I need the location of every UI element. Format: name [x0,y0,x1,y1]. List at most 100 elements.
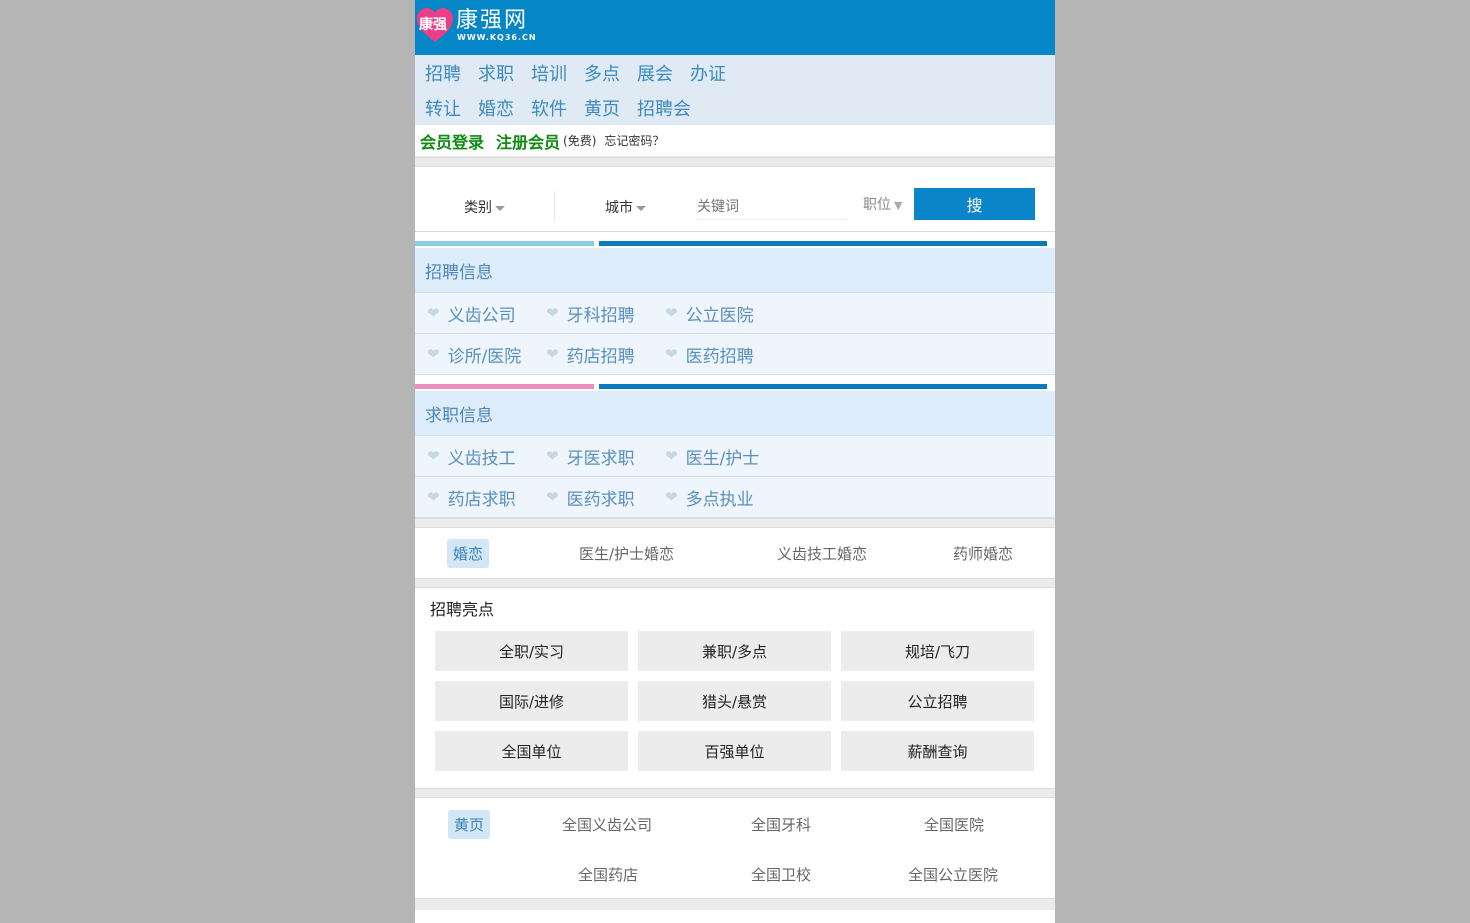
tab-doctor-nurse-marriage[interactable]: 医生/护士婚恋 [579,543,674,564]
heart-icon: ❤ [546,447,559,465]
heart-icon: ❤ [546,345,559,363]
highlight-button[interactable]: 百强单位 [638,731,831,771]
highlight-button[interactable]: 薪酬查询 [841,731,1034,771]
highlight-button[interactable]: 规培/飞刀 [841,631,1034,671]
search-bar: 类别 城市 职位▼ 搜 [415,167,1055,232]
section-gap [415,157,1055,167]
caret-down-icon [636,205,646,211]
tab-technician-marriage[interactable]: 义齿技工婚恋 [777,543,867,564]
recruit-item-label: 药店招聘 [566,346,635,367]
nav-item-training[interactable]: 培训 [531,60,567,86]
jobseek-item[interactable]: ❤ 医生/护士 [665,444,784,469]
register-link[interactable]: 注册会员 [496,129,560,153]
section-gap [415,788,1055,798]
nav-item-jobseek[interactable]: 求职 [478,60,514,86]
heart-icon: ❤ [665,447,678,465]
position-select[interactable]: 职位 ▼ [863,194,902,214]
jobseek-item[interactable]: ❤ 多点执业 [665,485,784,510]
highlight-button[interactable]: 猎头/悬赏 [638,681,831,721]
jobseek-color-bars [415,375,1055,391]
heart-icon: ❤ [427,304,440,322]
category-select[interactable]: 类别 [464,197,505,217]
nav-item-certificate[interactable]: 办证 [690,60,726,86]
jobseek-item[interactable]: ❤ 药店求职 [427,485,546,510]
recruit-item[interactable]: ❤ 医药招聘 [665,342,784,367]
link-national-health-schools[interactable]: 全国卫校 [751,864,811,885]
nav-item-software[interactable]: 软件 [531,95,567,121]
section-gap [415,578,1055,588]
highlight-button[interactable]: 公立招聘 [841,681,1034,721]
main-nav: 招聘 求职 培训 多点 展会 办证 转让 婚恋 软件 黄页 招聘会 [415,55,1055,125]
link-national-denture-companies[interactable]: 全国义齿公司 [562,814,652,835]
highlight-button[interactable]: 国际/进修 [435,681,628,721]
logo-name: 康强网 [456,8,529,33]
jobseek-item-label: 医生/护士 [685,448,760,469]
search-button[interactable]: 搜 [914,188,1035,220]
nav-item-recruit[interactable]: 招聘 [425,60,461,86]
link-national-hospitals[interactable]: 全国医院 [924,814,984,835]
recruit-color-bars [415,232,1055,248]
nav-row-1: 招聘 求职 培训 多点 展会 办证 [425,55,1055,90]
link-national-public-hospitals[interactable]: 全国公立医院 [908,864,998,885]
highlights-grid: 全职/实习 兼职/多点 规培/飞刀 国际/进修 猎头/悬赏 公立招聘 全国单位 … [435,631,1035,771]
recruit-row-1: ❤ 义齿公司 ❤ 牙科招聘 ❤ 公立医院 [415,293,1055,334]
login-bar: 会员登录 注册会员 (免费) 忘记密码？ [415,125,1055,157]
jobseek-row-1: ❤ 义齿技工 ❤ 牙医求职 ❤ 医生/护士 [415,436,1055,477]
link-national-pharmacies[interactable]: 全国药店 [578,864,638,885]
blue-bar [599,384,1047,389]
recruit-item-label: 义齿公司 [447,305,516,326]
recruit-item[interactable]: ❤ 药店招聘 [546,342,665,367]
logo-badge-text: 康强 [419,17,447,33]
jobseek-item-label: 药店求职 [447,489,516,510]
forgot-password-link[interactable]: 忘记密码？ [604,132,664,149]
jobseek-item[interactable]: ❤ 牙医求职 [546,444,665,469]
category-label: 类别 [464,200,492,216]
jobseek-item-label: 医药求职 [566,489,635,510]
nav-item-job-fair[interactable]: 招聘会 [637,95,691,121]
blue-bar [599,241,1047,246]
highlight-button[interactable]: 全职/实习 [435,631,628,671]
recruit-item[interactable]: ❤ 义齿公司 [427,301,546,326]
link-national-dental[interactable]: 全国牙科 [751,814,811,835]
recruit-item[interactable]: ❤ 牙科招聘 [546,301,665,326]
mobile-page: 康强 康强网 WWW.KQ36.CN 招聘 求职 培训 多点 展会 办证 转让 … [415,0,1055,923]
recruit-item[interactable]: ❤ 公立医院 [665,301,784,326]
nav-item-multipoint[interactable]: 多点 [584,60,620,86]
jobseek-item-label: 义齿技工 [447,448,516,469]
recruit-item-label: 牙科招聘 [566,305,635,326]
highlight-button[interactable]: 兼职/多点 [638,631,831,671]
keyword-input[interactable] [697,194,847,220]
nav-item-exhibition[interactable]: 展会 [637,60,673,86]
nav-item-yellow-pages[interactable]: 黄页 [584,95,620,121]
heart-icon: ❤ [546,488,559,506]
jobseek-item-label: 多点执业 [685,489,754,510]
jobseek-row-2: ❤ 药店求职 ❤ 医药求职 ❤ 多点执业 [415,477,1055,518]
tab-yellow-pages[interactable]: 黄页 [448,810,491,839]
city-select[interactable]: 城市 [605,197,646,217]
recruit-item-label: 医药招聘 [685,346,754,367]
site-logo[interactable]: 康强 康强网 WWW.KQ36.CN [417,8,537,42]
heart-icon: ❤ [665,304,678,322]
triangle-down-icon: ▼ [894,199,903,212]
highlight-button[interactable]: 全国单位 [435,731,628,771]
section-gap [415,518,1055,528]
light-blue-bar [415,241,594,246]
caret-down-icon [495,205,505,211]
recruit-section-title: 招聘信息 [415,248,1055,293]
tab-pharmacist-marriage[interactable]: 药师婚恋 [953,543,1013,564]
tab-marriage[interactable]: 婚恋 [447,538,490,568]
highlights-section: 招聘亮点 全职/实习 兼职/多点 规培/飞刀 国际/进修 猎头/悬赏 公立招聘 … [415,588,1055,788]
jobseek-item[interactable]: ❤ 义齿技工 [427,444,546,469]
nav-item-marriage[interactable]: 婚恋 [478,95,514,121]
marriage-tabs: 婚恋 医生/护士婚恋 义齿技工婚恋 药师婚恋 [415,528,1055,578]
jobseek-item-label: 牙医求职 [566,448,635,469]
nav-row-2: 转让 婚恋 软件 黄页 招聘会 [425,90,1055,125]
divider [554,191,555,221]
nav-item-transfer[interactable]: 转让 [425,95,461,121]
heart-icon: ❤ [427,488,440,506]
position-label: 职位 [863,197,891,213]
member-login-link[interactable]: 会员登录 [420,129,484,153]
recruit-item[interactable]: ❤ 诊所/医院 [427,342,546,367]
jobseek-item[interactable]: ❤ 医药求职 [546,485,665,510]
pink-bar [415,384,594,389]
